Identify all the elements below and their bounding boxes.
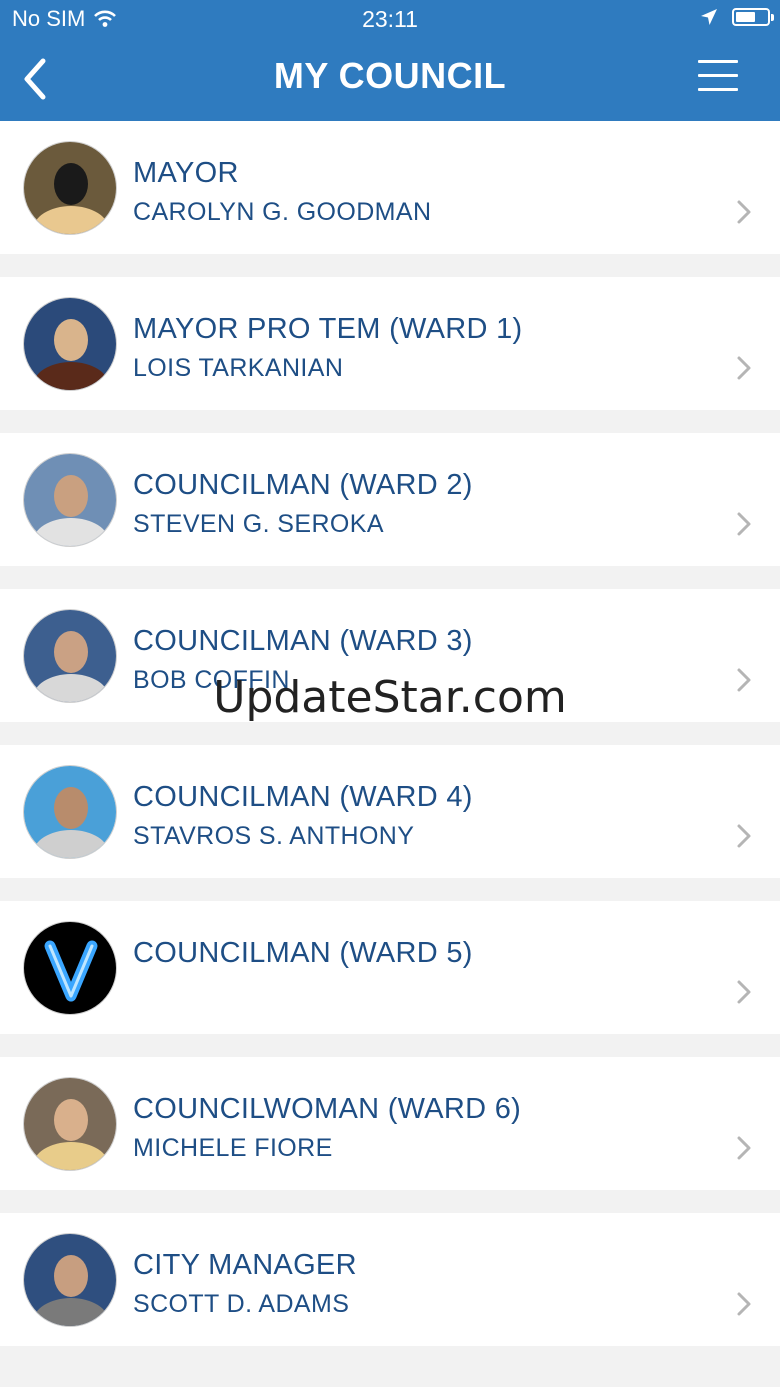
member-role: COUNCILWOMAN (WARD 6) [133, 1093, 522, 1125]
council-member-row[interactable]: MAYOR PRO TEM (WARD 1) LOIS TARKANIAN [0, 277, 780, 410]
status-time: 23:11 [362, 6, 418, 32]
status-right [700, 8, 774, 26]
chevron-right-icon [737, 200, 751, 224]
council-member-row[interactable]: COUNCILWOMAN (WARD 6) MICHELE FIORE [0, 1057, 780, 1190]
avatar-photo [23, 297, 117, 391]
chevron-right-icon [737, 824, 751, 848]
hamburger-menu-icon[interactable] [698, 60, 738, 94]
member-name: STEVEN G. SEROKA [133, 510, 384, 538]
avatar-photo [23, 1077, 117, 1171]
member-name: LOIS TARKANIAN [133, 354, 344, 382]
avatar-photo [23, 141, 117, 235]
council-member-row[interactable]: COUNCILMAN (WARD 4) STAVROS S. ANTHONY [0, 745, 780, 878]
council-member-row[interactable]: CITY MANAGER SCOTT D. ADAMS [0, 1213, 780, 1346]
member-name: CAROLYN G. GOODMAN [133, 198, 432, 226]
member-role: MAYOR PRO TEM (WARD 1) [133, 313, 523, 345]
chevron-right-icon [737, 1292, 751, 1316]
member-name: SCOTT D. ADAMS [133, 1290, 350, 1318]
location-arrow-icon [701, 9, 717, 25]
member-name: STAVROS S. ANTHONY [133, 822, 415, 850]
chevron-right-icon [737, 512, 751, 536]
council-member-row[interactable]: COUNCILMAN (WARD 3) BOB COFFIN [0, 589, 780, 722]
member-role: COUNCILMAN (WARD 2) [133, 469, 473, 501]
avatar-photo [23, 609, 117, 703]
member-role: COUNCILMAN (WARD 5) [133, 937, 473, 969]
avatar-photo [23, 453, 117, 547]
chevron-right-icon [737, 980, 751, 1004]
member-role: CITY MANAGER [133, 1249, 357, 1281]
chevron-right-icon [737, 1136, 751, 1160]
chevron-right-icon [737, 668, 751, 692]
chevron-right-icon [737, 356, 751, 380]
app-header: No SIM 23:11 MY COUNCIL [0, 0, 780, 121]
council-member-row[interactable]: MAYOR CAROLYN G. GOODMAN [0, 121, 780, 254]
council-list: MAYOR CAROLYN G. GOODMAN MAYOR PRO TEM (WA… [0, 121, 780, 1369]
member-role: MAYOR [133, 157, 239, 189]
member-name: MICHELE FIORE [133, 1134, 333, 1162]
member-role: COUNCILMAN (WARD 4) [133, 781, 473, 813]
avatar-photo [23, 765, 117, 859]
member-role: COUNCILMAN (WARD 3) [133, 625, 473, 657]
member-name: BOB COFFIN [133, 666, 290, 694]
avatar-photo [23, 1233, 117, 1327]
page-title: MY COUNCIL [273, 55, 507, 96]
council-member-row[interactable]: COUNCILMAN (WARD 2) STEVEN G. SEROKA [0, 433, 780, 566]
v-logo-icon [23, 921, 117, 1015]
battery-icon [732, 8, 774, 26]
council-member-row[interactable]: COUNCILMAN (WARD 5) [0, 901, 780, 1034]
